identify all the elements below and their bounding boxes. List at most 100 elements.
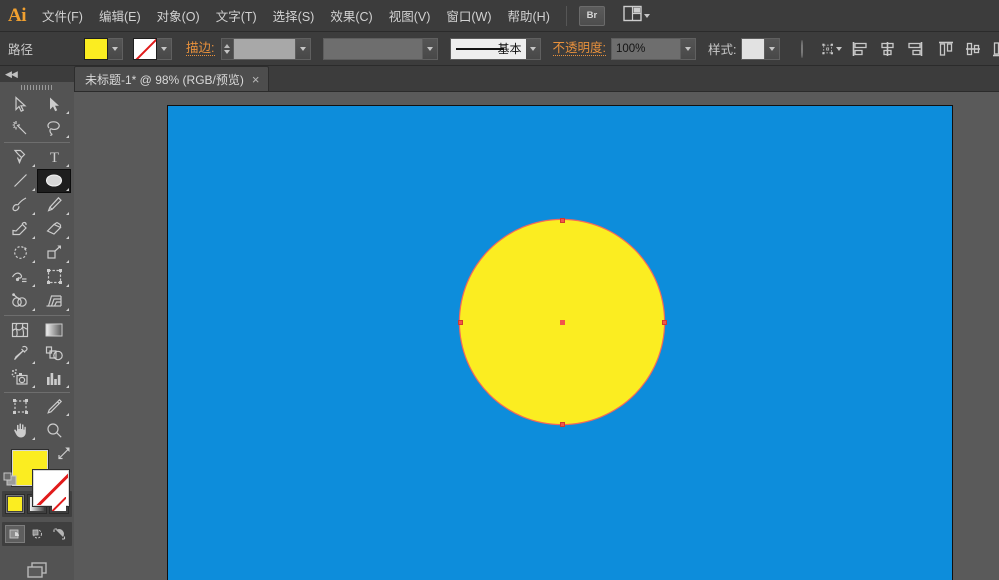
menu-file[interactable]: 文件(F) — [34, 0, 91, 32]
brush-definition-control[interactable]: 基本 — [450, 38, 541, 60]
stroke-weight-dropdown-button[interactable] — [296, 38, 311, 60]
fill-dropdown-button[interactable] — [108, 38, 123, 60]
stroke-profile-control[interactable] — [323, 38, 438, 60]
chevron-down-icon — [427, 47, 433, 51]
stroke-dropdown-button[interactable] — [157, 38, 172, 60]
color-mode-button[interactable] — [5, 494, 25, 514]
tool-flyout-indicator — [66, 164, 69, 167]
opacity-control[interactable]: 100% — [611, 38, 696, 60]
menu-effect[interactable]: 效果(C) — [322, 0, 380, 32]
opacity-input[interactable]: 100% — [611, 38, 681, 60]
opacity-dropdown-button[interactable] — [681, 38, 696, 60]
graphic-style-dropdown-button[interactable] — [765, 38, 780, 60]
graphic-style-swatch[interactable] — [741, 38, 765, 60]
tool-type[interactable]: T — [37, 145, 71, 169]
menu-edit[interactable]: 编辑(E) — [91, 0, 149, 32]
tool-line-segment[interactable] — [3, 169, 37, 193]
tools-grid-color — [3, 318, 71, 390]
fill-swatch[interactable] — [84, 38, 108, 60]
stroke-swatch-none[interactable] — [133, 38, 157, 60]
tool-shape-builder[interactable] — [3, 289, 37, 313]
tool-symbol-sprayer[interactable] — [3, 366, 37, 390]
stroke-profile-input[interactable] — [323, 38, 423, 60]
tool-magic-wand[interactable] — [3, 116, 37, 140]
screen-mode-button[interactable] — [22, 560, 52, 580]
tool-free-transform[interactable] — [37, 265, 71, 289]
fill-stroke-control — [3, 446, 71, 488]
align-center-vertical-icon[interactable] — [965, 39, 982, 59]
stroke-weight-control[interactable] — [221, 38, 311, 60]
tool-lasso[interactable] — [37, 116, 71, 140]
swap-fill-stroke-icon[interactable] — [57, 446, 71, 460]
anchor-point-left[interactable] — [458, 320, 463, 325]
fill-color-control[interactable] — [84, 38, 123, 60]
tool-column-graph[interactable] — [37, 366, 71, 390]
stroke-color-control[interactable] — [133, 38, 172, 60]
stroke-weight-label[interactable]: 描边: — [186, 41, 214, 56]
tool-pen[interactable] — [3, 145, 37, 169]
collapse-panel-icon[interactable]: ◀◀ — [5, 69, 17, 80]
tool-paintbrush[interactable] — [3, 193, 37, 217]
close-icon[interactable]: × — [251, 73, 261, 86]
menu-help[interactable]: 帮助(H) — [500, 0, 558, 32]
toolbar-grip[interactable] — [21, 84, 53, 90]
tool-gradient[interactable] — [37, 318, 71, 342]
draw-behind-button[interactable] — [27, 525, 47, 543]
graphic-style-control[interactable] — [741, 38, 780, 60]
tool-direct-selection[interactable] — [37, 92, 71, 116]
tool-flyout-indicator — [32, 188, 35, 191]
align-top-icon[interactable] — [938, 39, 955, 59]
tool-flyout-indicator — [66, 212, 69, 215]
draw-normal-button[interactable] — [5, 525, 25, 543]
selection-type-label: 路径 — [8, 39, 33, 58]
anchor-point-right[interactable] — [662, 320, 667, 325]
selected-shape-group[interactable] — [460, 220, 664, 424]
tool-rotate[interactable] — [3, 241, 37, 265]
recolor-artwork-icon[interactable] — [801, 40, 803, 58]
stroke-weight-input[interactable] — [234, 38, 296, 60]
align-bottom-icon[interactable] — [992, 39, 999, 59]
tool-artboard[interactable] — [3, 394, 37, 418]
tool-eraser[interactable] — [37, 217, 71, 241]
align-right-icon[interactable] — [906, 39, 923, 59]
tool-flyout-indicator — [66, 284, 69, 287]
tool-blob-brush[interactable] — [3, 217, 37, 241]
menu-type[interactable]: 文字(T) — [208, 0, 265, 32]
brush-preview[interactable]: 基本 — [450, 38, 526, 60]
brush-dropdown-button[interactable] — [526, 38, 541, 60]
stroke-weight-stepper[interactable] — [221, 38, 234, 60]
menu-select[interactable]: 选择(S) — [265, 0, 323, 32]
transform-panel-icon[interactable] — [822, 39, 842, 59]
tool-mesh[interactable] — [3, 318, 37, 342]
tool-flyout-indicator — [66, 413, 69, 416]
tool-selection[interactable] — [3, 92, 37, 116]
align-left-icon[interactable] — [852, 39, 869, 59]
menu-view[interactable]: 视图(V) — [381, 0, 439, 32]
tool-slice[interactable] — [37, 394, 71, 418]
tool-hand[interactable] — [3, 418, 37, 442]
stroke-profile-dropdown-button[interactable] — [423, 38, 438, 60]
default-fill-stroke-icon[interactable] — [3, 472, 17, 486]
tool-zoom[interactable] — [37, 418, 71, 442]
align-center-horizontal-icon[interactable] — [879, 39, 896, 59]
canvas-area[interactable] — [74, 92, 999, 580]
tool-eyedropper[interactable] — [3, 342, 37, 366]
draw-inside-button[interactable] — [49, 525, 69, 543]
tool-perspective-grid[interactable] — [37, 289, 71, 313]
anchor-point-bottom[interactable] — [560, 422, 565, 427]
document-tab[interactable]: 未标题-1* @ 98% (RGB/预览) × — [74, 66, 269, 91]
tool-scale[interactable] — [37, 241, 71, 265]
opacity-label[interactable]: 不透明度: — [553, 41, 606, 56]
bridge-button[interactable]: Br — [579, 6, 605, 26]
artboard[interactable] — [167, 105, 953, 580]
tool-ellipse[interactable] — [37, 169, 71, 193]
tool-blend[interactable] — [37, 342, 71, 366]
menu-window[interactable]: 窗口(W) — [438, 0, 499, 32]
tool-pencil[interactable] — [37, 193, 71, 217]
anchor-point-top[interactable] — [560, 218, 565, 223]
tools-panel: T — [0, 82, 74, 580]
arrange-documents-button[interactable] — [621, 5, 652, 27]
tool-flyout-indicator — [66, 260, 69, 263]
menu-object[interactable]: 对象(O) — [149, 0, 208, 32]
tool-width[interactable] — [3, 265, 37, 289]
